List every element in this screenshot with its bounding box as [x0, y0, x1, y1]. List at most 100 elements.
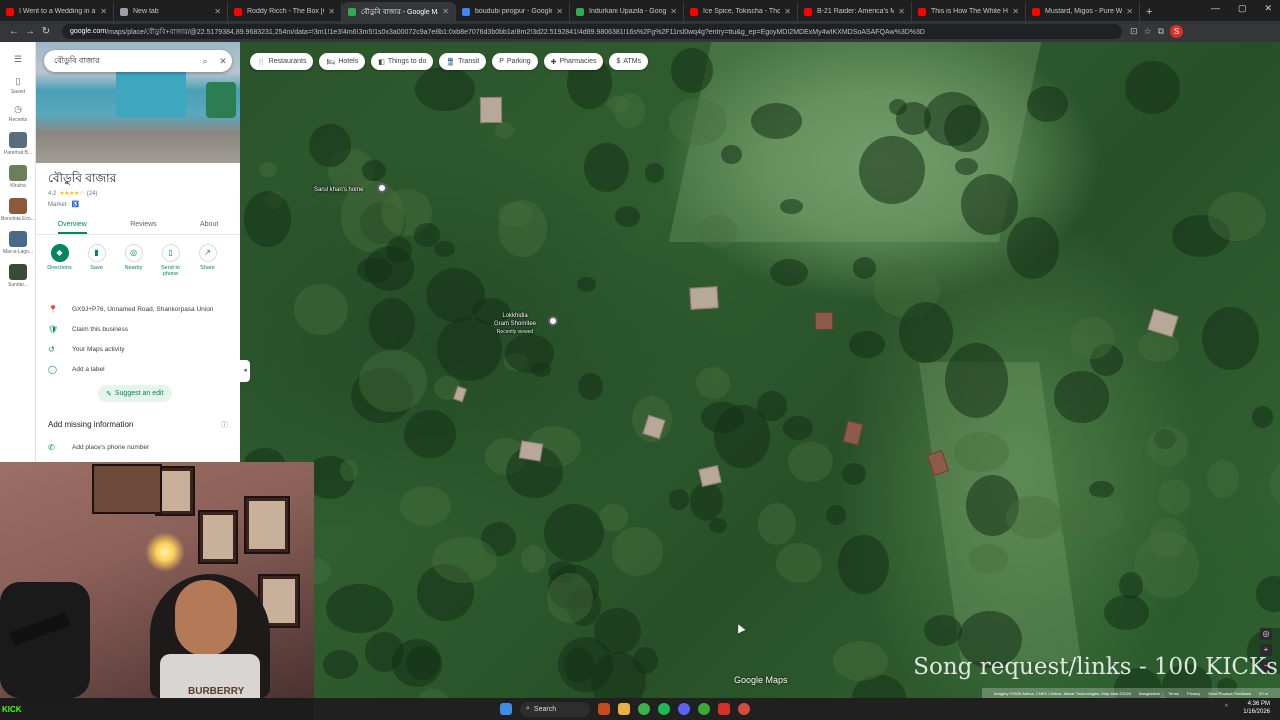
tab-close-icon[interactable]: ✕ [442, 7, 449, 16]
close-icon[interactable]: ✕ [214, 56, 232, 67]
profile-avatar[interactable]: S [1170, 25, 1184, 38]
suggest-edit-button[interactable]: ✎ Suggest an edit [98, 385, 172, 402]
tree-canopy [776, 542, 822, 583]
rail-item-recents[interactable]: ◷ Recents [0, 104, 36, 123]
close-window-icon[interactable]: ✕ [1264, 3, 1272, 14]
discord-icon[interactable] [678, 703, 690, 715]
send-to-phone-button[interactable]: ▯ Send to phone [155, 244, 186, 277]
tree-canopy [721, 144, 742, 165]
tab-close-icon[interactable]: ✕ [100, 7, 107, 16]
map-footer-item[interactable]: Privacy [1187, 691, 1200, 696]
rail-recent-place[interactable]: Khulna [0, 165, 36, 189]
calendar-icon[interactable] [718, 703, 730, 715]
browser-tab[interactable]: This is How The White House ✕ [912, 2, 1026, 21]
browser-tab[interactable]: boudubi pirojpur - Google Se✕ [456, 2, 570, 21]
home-pin-icon[interactable] [377, 183, 387, 193]
rail-recent-place[interactable]: Bonolota Eco... [0, 198, 36, 222]
chip-fork-knife[interactable]: 🍴 Restaurants [250, 53, 314, 70]
shield-icon: 🛡 [48, 324, 59, 334]
tab-close-icon[interactable]: ✕ [556, 7, 563, 16]
minimize-icon[interactable]: — [1211, 3, 1220, 14]
tree-canopy [1053, 371, 1110, 423]
satellite-map[interactable]: 🍴 Restaurants 🛏 Hotels ◧ Things to do 🚆 Transit… [240, 42, 1280, 698]
maps-activity-row[interactable]: ↺ Your Maps activity [48, 339, 213, 359]
samity-label[interactable]: Lokkhidia Gram Shomitee Recently viewed [494, 312, 536, 336]
bookmark-star-icon[interactable]: ☆ [1144, 26, 1152, 37]
bed-icon: 🛏 [326, 58, 336, 66]
app-icon[interactable] [698, 703, 710, 715]
browser-tab[interactable]: Roddy Ricch - The Box [Offic ✕ [228, 2, 342, 21]
tree-canopy [1269, 458, 1280, 510]
install-icon[interactable]: ⊡ [1130, 26, 1138, 37]
taskbar-search[interactable]: ⌕ Search [520, 701, 590, 717]
start-icon[interactable] [500, 703, 512, 715]
taskbar-clock[interactable]: 4:36 PM 1/16/2026 [1243, 700, 1270, 716]
browser-tab[interactable]: New tab ✕ [114, 2, 228, 21]
browser-tab[interactable]: Mustard, Migos - Pure Water✕ [1026, 2, 1140, 21]
chip-train[interactable]: 🚆 Transit [439, 53, 487, 70]
map-footer-item[interactable]: Terms [1168, 691, 1179, 696]
info-icon[interactable]: ⓘ [221, 420, 228, 430]
file-explorer-icon[interactable] [618, 703, 630, 715]
reload-icon[interactable]: ↻ [38, 26, 54, 37]
tree-canopy [695, 367, 731, 399]
rail-recent-place[interactable]: Parerhat B... [0, 132, 36, 156]
tab-favicon-icon [576, 7, 584, 16]
chip-parking[interactable]: P Parking [492, 53, 538, 70]
new-tab-button[interactable]: + [1146, 2, 1152, 21]
chip-camera[interactable]: ◧ Things to do [371, 53, 434, 70]
rail-recent-place[interactable]: Sundar... [0, 264, 36, 288]
browser-tab[interactable]: Indurkani Upazila - Google M✕ [570, 2, 684, 21]
menu-button[interactable]: ☰ [0, 54, 36, 67]
tab-reviews[interactable]: Reviews [130, 217, 156, 234]
samity-pin-icon[interactable] [548, 316, 558, 326]
my-location-icon[interactable]: ◎ [1260, 628, 1272, 640]
chip-atm[interactable]: $ ATMs [609, 53, 649, 70]
app-icon[interactable] [738, 703, 750, 715]
rail-item-saved[interactable]: ▯ Saved [0, 76, 36, 95]
browser-tab[interactable]: B-21 Raider: America's Most ✕ [798, 2, 912, 21]
chip-bed[interactable]: 🛏 Hotels [319, 53, 366, 70]
save-button[interactable]: ▮ Save [81, 244, 112, 277]
tab-close-icon[interactable]: ✕ [898, 7, 905, 16]
tab-close-icon[interactable]: ✕ [328, 7, 335, 16]
collapse-panel-button[interactable]: ◂ [240, 360, 250, 382]
back-icon[interactable]: ← [6, 26, 22, 37]
browser-tab[interactable]: Ice Spice, Tokischa - Thootie✕ [684, 2, 798, 21]
nearby-button[interactable]: ◎ Nearby [118, 244, 149, 277]
extensions-icon[interactable]: ⧉ [1158, 26, 1164, 37]
tab-overview[interactable]: Overview [57, 217, 87, 234]
browser-tab[interactable]: I Went to a Wedding in a Ru ✕ [0, 2, 114, 21]
chip-pharmacy[interactable]: ✚ Pharmacies [543, 53, 604, 70]
tree-canopy [1005, 495, 1063, 539]
directions-button[interactable]: ◆ Directions [44, 244, 75, 277]
tray-chevron-icon[interactable]: ^ [1225, 704, 1228, 711]
forward-icon[interactable]: → [22, 26, 38, 37]
widgets-icon[interactable] [598, 703, 610, 715]
rail-recent-place[interactable]: Mar-a-Lago... [0, 231, 36, 255]
tab-close-icon[interactable]: ✕ [214, 7, 221, 16]
tab-about[interactable]: About [200, 217, 218, 234]
add-phone-row[interactable]: ✆ Add place's phone number [48, 443, 149, 452]
add-label-row[interactable]: ◯ Add a label [48, 359, 213, 379]
tab-close-icon[interactable]: ✕ [1126, 7, 1133, 16]
spotify-icon[interactable] [658, 703, 670, 715]
tab-close-icon[interactable]: ✕ [1012, 7, 1019, 16]
rating-row[interactable]: 4.2 ★★★★☆ (24) [48, 190, 97, 198]
url-field[interactable]: google.com/maps/place/বৌডুবি+বাজার/@22.5… [62, 24, 1122, 39]
tab-close-icon[interactable]: ✕ [784, 7, 791, 16]
map-footer-item[interactable]: Send Product Feedback [1208, 691, 1251, 696]
map-footer-item[interactable]: 20 m [1259, 691, 1268, 696]
chrome-icon[interactable] [638, 703, 650, 715]
home-label[interactable]: Sarul khan's home [314, 186, 364, 194]
address-row[interactable]: 📍 GX9J+P76, Unnamed Road, Shankorpasa Uni… [48, 299, 213, 319]
tab-close-icon[interactable]: ✕ [670, 7, 677, 16]
browser-tab[interactable]: বৌডুবি বাজার - Google Maps ✕ [342, 2, 456, 21]
claim-business-row[interactable]: 🛡 Claim this business [48, 319, 213, 339]
search-input[interactable]: বৌডুবি বাজার ⌕ ✕ [44, 50, 232, 72]
search-icon[interactable]: ⌕ [196, 56, 214, 67]
recent-label: Bonolota Eco... [1, 216, 35, 222]
search-icon: ⌕ [526, 705, 530, 712]
share-button[interactable]: ↗ Share [192, 244, 223, 277]
maximize-icon[interactable]: ▢ [1238, 3, 1247, 14]
